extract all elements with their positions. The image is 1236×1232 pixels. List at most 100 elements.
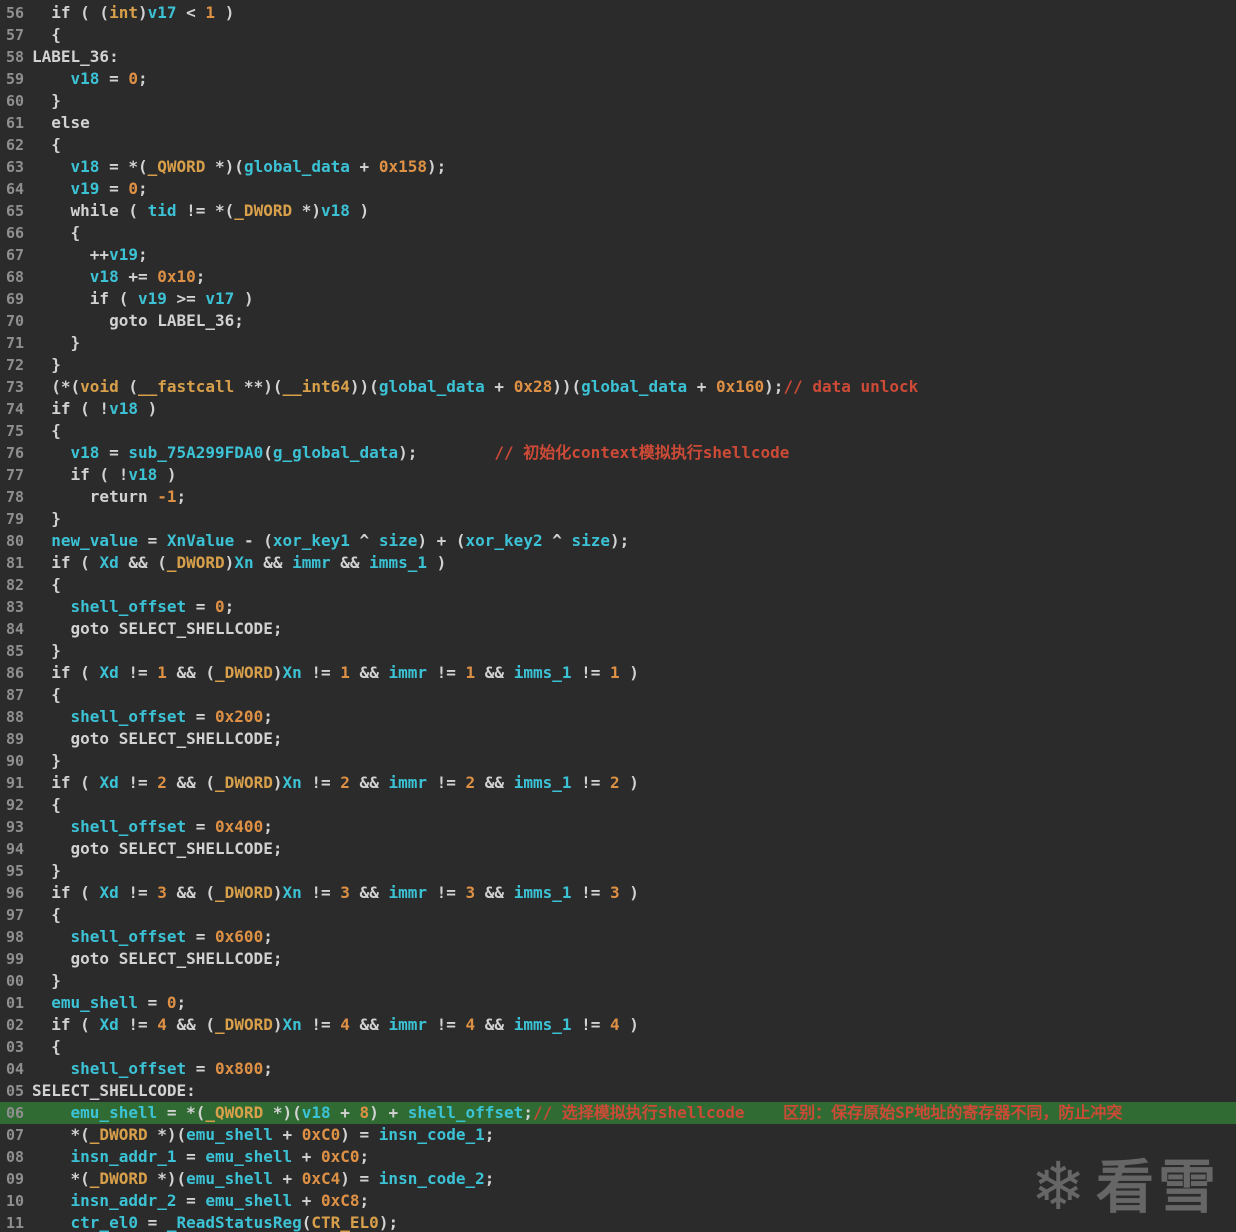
- line-number: 79: [5, 510, 24, 528]
- code-line[interactable]: 94 goto SELECT_SHELLCODE;: [0, 838, 1236, 860]
- code-line[interactable]: 66 {: [0, 222, 1236, 244]
- code-line[interactable]: 07 *(_DWORD *)(emu_shell + 0xC0) = insn_…: [0, 1124, 1236, 1146]
- code-text: }: [32, 333, 81, 352]
- code-text: }: [32, 355, 61, 374]
- code-text: shell_offset = 0x800;: [70, 1059, 273, 1078]
- line-number: 97: [5, 906, 24, 924]
- line-number: 02: [5, 1016, 24, 1034]
- code-line[interactable]: 58 LABEL_36:: [0, 46, 1236, 68]
- code-text: {: [32, 1037, 61, 1056]
- code-text: shell_offset = 0;: [70, 597, 235, 616]
- line-number: 80: [5, 532, 24, 550]
- line-number: 56: [5, 4, 24, 22]
- line-number: 83: [5, 598, 24, 616]
- code-line[interactable]: 60 }: [0, 90, 1236, 112]
- line-number: 72: [5, 356, 24, 374]
- code-line[interactable]: 97 {: [0, 904, 1236, 926]
- code-line[interactable]: 92 {: [0, 794, 1236, 816]
- code-text: if ( !v18 ): [32, 399, 158, 418]
- code-text: else: [32, 113, 90, 132]
- code-line[interactable]: 74 if ( !v18 ): [0, 398, 1236, 420]
- line-number: 78: [5, 488, 24, 506]
- code-line[interactable]: 93 shell_offset = 0x400;: [0, 816, 1236, 838]
- code-text: if ( !v18 ): [32, 465, 177, 484]
- code-line[interactable]: 88 shell_offset = 0x200;: [0, 706, 1236, 728]
- code-line[interactable]: 03 {: [0, 1036, 1236, 1058]
- code-line[interactable]: 11 ctr_el0 = _ReadStatusReg(CTR_EL0);: [0, 1212, 1236, 1232]
- code-line[interactable]: 87 {: [0, 684, 1236, 706]
- code-line[interactable]: 64 v19 = 0;: [0, 178, 1236, 200]
- code-line[interactable]: 91 if ( Xd != 2 && (_DWORD)Xn != 2 && im…: [0, 772, 1236, 794]
- code-text: {: [32, 905, 61, 924]
- code-line[interactable]: 67 ++v19;: [0, 244, 1236, 266]
- line-number: 85: [5, 642, 24, 660]
- code-line[interactable]: 75 {: [0, 420, 1236, 442]
- line-number: 75: [5, 422, 24, 440]
- code-text: insn_addr_2 = emu_shell + 0xC8;: [70, 1191, 370, 1210]
- code-line[interactable]: 80 new_value = XnValue - (xor_key1 ^ siz…: [0, 530, 1236, 552]
- line-number: 58: [5, 48, 24, 66]
- code-line[interactable]: 86 if ( Xd != 1 && (_DWORD)Xn != 1 && im…: [0, 662, 1236, 684]
- line-number: 64: [5, 180, 24, 198]
- code-line[interactable]: 82 {: [0, 574, 1236, 596]
- line-number: 60: [5, 92, 24, 110]
- code-line[interactable]: 62 {: [0, 134, 1236, 156]
- code-line[interactable]: 69 if ( v19 >= v17 ): [0, 288, 1236, 310]
- code-line[interactable]: 76 v18 = sub_75A299FDA0(g_global_data); …: [0, 442, 1236, 464]
- code-line[interactable]: 00 }: [0, 970, 1236, 992]
- code-text: shell_offset = 0x200;: [70, 707, 273, 726]
- code-line[interactable]: 95 }: [0, 860, 1236, 882]
- code-line[interactable]: 79 }: [0, 508, 1236, 530]
- code-text: v18 += 0x10;: [89, 267, 206, 286]
- code-editor[interactable]: 56 if ( (int)v17 < 1 ) 57 {58 LABEL_36: 59 …: [0, 2, 1236, 1232]
- code-line[interactable]: 84 goto SELECT_SHELLCODE;: [0, 618, 1236, 640]
- code-line[interactable]: 98 shell_offset = 0x600;: [0, 926, 1236, 948]
- line-number: 68: [5, 268, 24, 286]
- code-text: goto SELECT_SHELLCODE;: [32, 949, 283, 968]
- code-line[interactable]: 72 }: [0, 354, 1236, 376]
- line-number: 99: [5, 950, 24, 968]
- code-line[interactable]: 61 else: [0, 112, 1236, 134]
- line-number: 73: [5, 378, 24, 396]
- code-line[interactable]: 78 return -1;: [0, 486, 1236, 508]
- decompiler-window: 56 if ( (int)v17 < 1 ) 57 {58 LABEL_36: 59 …: [0, 0, 1236, 1232]
- code-line[interactable]: 63 v18 = *(_QWORD *)(global_data + 0x158…: [0, 156, 1236, 178]
- code-line[interactable]: 77 if ( !v18 ): [0, 464, 1236, 486]
- line-number: 10: [5, 1192, 24, 1210]
- code-text: if ( v19 >= v17 ): [32, 289, 254, 308]
- code-text: return -1;: [32, 487, 187, 506]
- code-line[interactable]: 85 }: [0, 640, 1236, 662]
- code-line[interactable]: 73 (*(void (__fastcall **)(__int64))(glo…: [0, 376, 1236, 398]
- line-number: 08: [5, 1148, 24, 1166]
- code-line[interactable]: 01 emu_shell = 0;: [0, 992, 1236, 1014]
- line-number: 61: [5, 114, 24, 132]
- highlighted-code-line[interactable]: 06 emu_shell = *(_QWORD *)(v18 + 8) + sh…: [0, 1102, 1236, 1124]
- code-line[interactable]: 90 }: [0, 750, 1236, 772]
- code-line[interactable]: 81 if ( Xd && (_DWORD)Xn && immr && imms…: [0, 552, 1236, 574]
- code-line[interactable]: 57 {: [0, 24, 1236, 46]
- line-number: 84: [5, 620, 24, 638]
- code-line[interactable]: 04 shell_offset = 0x800;: [0, 1058, 1236, 1080]
- code-line[interactable]: 68 v18 += 0x10;: [0, 266, 1236, 288]
- code-line[interactable]: 65 while ( tid != *(_DWORD *)v18 ): [0, 200, 1236, 222]
- code-line[interactable]: 59 v18 = 0;: [0, 68, 1236, 90]
- code-text: while ( tid != *(_DWORD *)v18 ): [32, 201, 370, 220]
- code-text: }: [32, 641, 61, 660]
- line-number: 76: [5, 444, 24, 462]
- code-line[interactable]: 89 goto SELECT_SHELLCODE;: [0, 728, 1236, 750]
- code-line[interactable]: 08 insn_addr_1 = emu_shell + 0xC0;: [0, 1146, 1236, 1168]
- code-text: {: [32, 25, 61, 44]
- code-line[interactable]: 96 if ( Xd != 3 && (_DWORD)Xn != 3 && im…: [0, 882, 1236, 904]
- line-number: 94: [5, 840, 24, 858]
- code-line[interactable]: 99 goto SELECT_SHELLCODE;: [0, 948, 1236, 970]
- code-line[interactable]: 70 goto LABEL_36;: [0, 310, 1236, 332]
- code-text: {: [32, 223, 81, 242]
- code-line[interactable]: 02 if ( Xd != 4 && (_DWORD)Xn != 4 && im…: [0, 1014, 1236, 1036]
- code-line[interactable]: 56 if ( (int)v17 < 1 ): [0, 2, 1236, 24]
- line-number: 09: [5, 1170, 24, 1188]
- code-line[interactable]: 09 *(_DWORD *)(emu_shell + 0xC4) = insn_…: [0, 1168, 1236, 1190]
- code-line[interactable]: 05 SELECT_SHELLCODE:: [0, 1080, 1236, 1102]
- code-line[interactable]: 71 }: [0, 332, 1236, 354]
- code-line[interactable]: 10 insn_addr_2 = emu_shell + 0xC8;: [0, 1190, 1236, 1212]
- code-line[interactable]: 83 shell_offset = 0;: [0, 596, 1236, 618]
